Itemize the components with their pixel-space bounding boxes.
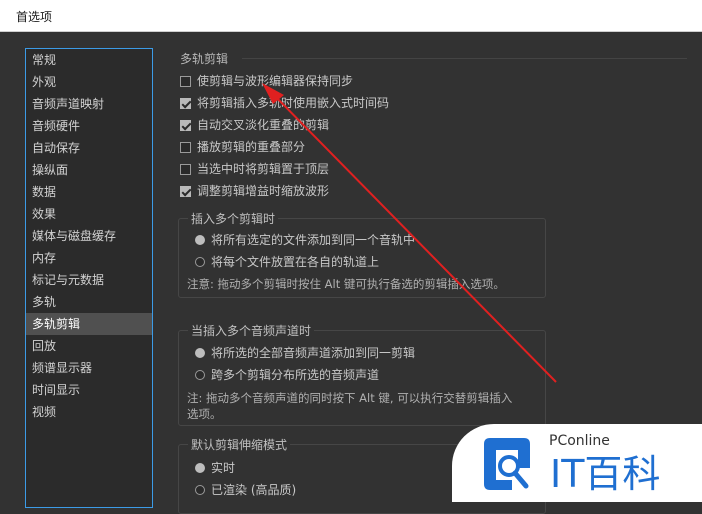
watermark-brand-small: PConline xyxy=(549,433,610,449)
magnifier-logo-icon xyxy=(484,438,530,490)
watermark-brand-large: IT百科 xyxy=(550,452,661,496)
watermark-badge: PConline IT百科 xyxy=(452,424,702,502)
